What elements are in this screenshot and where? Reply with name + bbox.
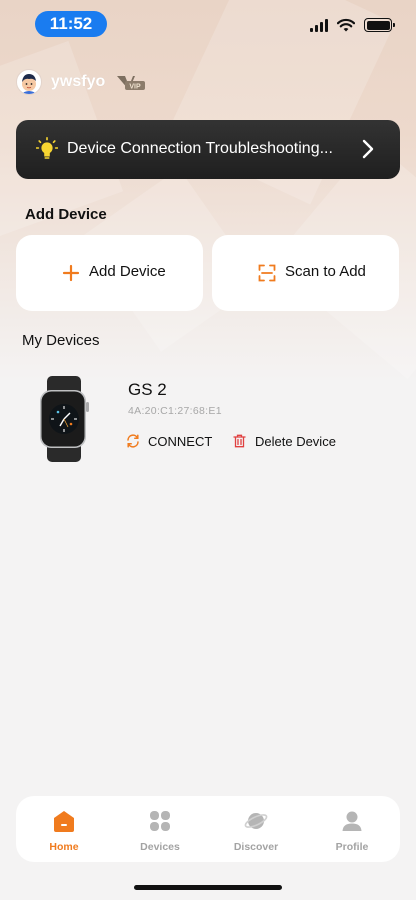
scan-to-add-label: Scan to Add — [285, 263, 366, 280]
my-devices-title: My Devices — [22, 332, 100, 349]
refresh-icon — [127, 434, 139, 448]
connect-label: CONNECT — [148, 433, 213, 449]
trash-icon — [233, 434, 246, 448]
planet-icon — [244, 813, 268, 829]
tab-devices[interactable]: Devices — [112, 796, 208, 862]
devices-icon — [150, 811, 170, 831]
status-time: 11:52 — [35, 11, 107, 37]
tab-devices-label: Devices — [140, 841, 180, 853]
header-background — [0, 0, 416, 380]
username: ywsfyo — [51, 73, 106, 90]
tab-discover-label: Discover — [233, 841, 279, 853]
device-item[interactable]: GS 2 4A:20:C1:27:68:E1 CONNECT Delete De… — [0, 370, 416, 470]
cellular-signal-icon — [310, 18, 328, 32]
plus-icon — [62, 264, 80, 282]
wifi-icon — [337, 18, 355, 32]
troubleshooting-banner[interactable]: Device Connection Troubleshooting... — [16, 120, 400, 179]
smartwatch-image — [40, 376, 89, 462]
lightbulb-icon — [36, 137, 58, 159]
bottom-tab-bar: Home Devices Discover Profile — [16, 796, 400, 862]
avatar[interactable] — [16, 69, 42, 95]
tab-home[interactable]: Home — [16, 796, 112, 862]
tab-discover[interactable]: Discover — [208, 796, 304, 862]
vip-badge-text: VIP — [130, 84, 142, 91]
user-row[interactable]: ywsfyo VIP — [16, 68, 147, 96]
tab-profile[interactable]: Profile — [304, 796, 400, 862]
connect-button[interactable]: CONNECT — [126, 432, 212, 450]
add-device-label: Add Device — [89, 263, 166, 280]
tab-profile-label: Profile — [335, 841, 369, 853]
add-device-button[interactable]: Add Device — [16, 235, 203, 311]
scan-icon — [258, 264, 276, 282]
chevron-right-icon — [362, 139, 374, 159]
banner-text: Device Connection Troubleshooting... — [67, 140, 333, 157]
device-name: GS 2 — [128, 380, 167, 399]
home-indicator — [134, 885, 282, 890]
tab-home-label: Home — [49, 841, 79, 853]
add-device-section-title: Add Device — [25, 206, 107, 223]
delete-device-button[interactable]: Delete Device — [233, 432, 336, 450]
vip-badge-icon[interactable]: VIP — [115, 72, 147, 92]
device-mac-address: 4A:20:C1:27:68:E1 — [128, 405, 222, 417]
delete-device-label: Delete Device — [255, 433, 336, 449]
scan-to-add-button[interactable]: Scan to Add — [212, 235, 399, 311]
battery-icon — [364, 18, 395, 32]
profile-icon — [342, 811, 362, 831]
status-bar: 11:52 — [0, 0, 416, 48]
home-icon — [54, 811, 74, 832]
